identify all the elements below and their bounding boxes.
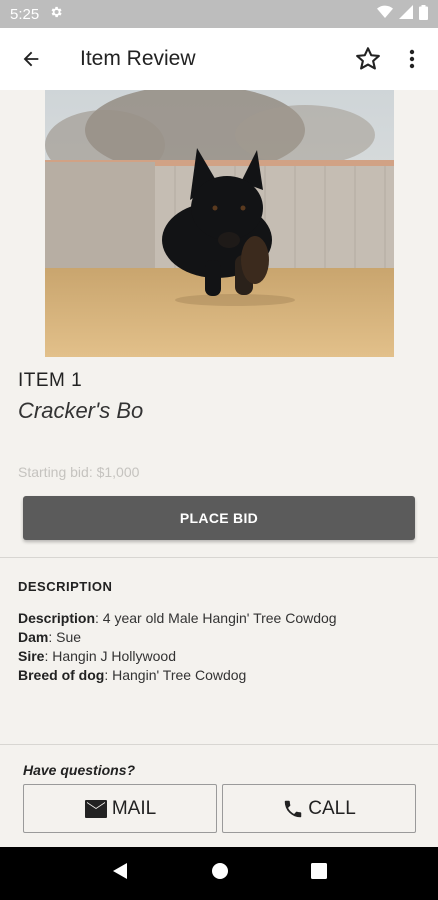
status-time: 5:25	[10, 5, 40, 23]
square-recents-icon	[311, 863, 327, 879]
circle-home-icon	[212, 863, 228, 879]
settings-icon	[49, 5, 63, 23]
star-outline-icon	[356, 47, 380, 70]
description-value: : 4 year old Male Hangin' Tree Cowdog	[95, 610, 337, 626]
dam-value: : Sue	[48, 629, 82, 645]
overflow-menu-button[interactable]	[394, 28, 430, 90]
call-button[interactable]: CALL	[222, 784, 416, 833]
description-row-sire: Sire: Hangin J Hollywood	[18, 647, 337, 666]
wifi-icon	[377, 5, 393, 23]
item-name: Cracker's Bo	[18, 398, 144, 423]
description-row-breed: Breed of dog: Hangin' Tree Cowdog	[18, 666, 337, 685]
description-row-dam: Dam: Sue	[18, 628, 337, 647]
item-photo	[45, 90, 394, 357]
dam-label: Dam	[18, 629, 49, 645]
page-title: Item Review	[80, 47, 196, 70]
nav-recents-button[interactable]	[311, 863, 327, 884]
description-heading: DESCRIPTION	[18, 579, 113, 594]
description-row-description: Description: 4 year old Male Hangin' Tre…	[18, 609, 337, 628]
triangle-back-icon	[113, 863, 127, 879]
description-list: Description: 4 year old Male Hangin' Tre…	[18, 609, 337, 685]
starting-bid: Starting bid: $1,000	[18, 464, 140, 480]
place-bid-button[interactable]: PLACE BID	[23, 496, 415, 540]
mail-label: MAIL	[111, 797, 157, 819]
arrow-back-icon	[23, 51, 39, 67]
app-bar: Item Review	[0, 28, 438, 90]
phone-icon	[284, 800, 302, 817]
questions-prompt: Have questions?	[23, 762, 136, 778]
battery-icon	[419, 4, 428, 24]
nav-back-button[interactable]	[111, 862, 129, 885]
system-nav-bar	[0, 847, 438, 900]
mail-button[interactable]: MAIL	[23, 784, 217, 833]
breed-label: Breed of dog	[18, 667, 105, 683]
call-label: CALL	[308, 797, 356, 819]
divider	[0, 744, 438, 745]
description-label: Description	[18, 610, 96, 626]
nav-home-button[interactable]	[211, 862, 229, 885]
favorite-button[interactable]	[348, 28, 388, 90]
item-number: ITEM 1	[18, 370, 83, 391]
sire-label: Sire	[18, 648, 45, 664]
back-button[interactable]	[0, 28, 62, 90]
divider	[0, 557, 438, 558]
more-vert-icon	[409, 49, 415, 69]
status-bar: 5:25	[0, 0, 438, 28]
breed-value: : Hangin' Tree Cowdog	[104, 667, 247, 683]
signal-icon	[399, 5, 413, 23]
mail-icon	[84, 799, 107, 818]
sire-value: : Hangin J Hollywood	[44, 648, 176, 664]
